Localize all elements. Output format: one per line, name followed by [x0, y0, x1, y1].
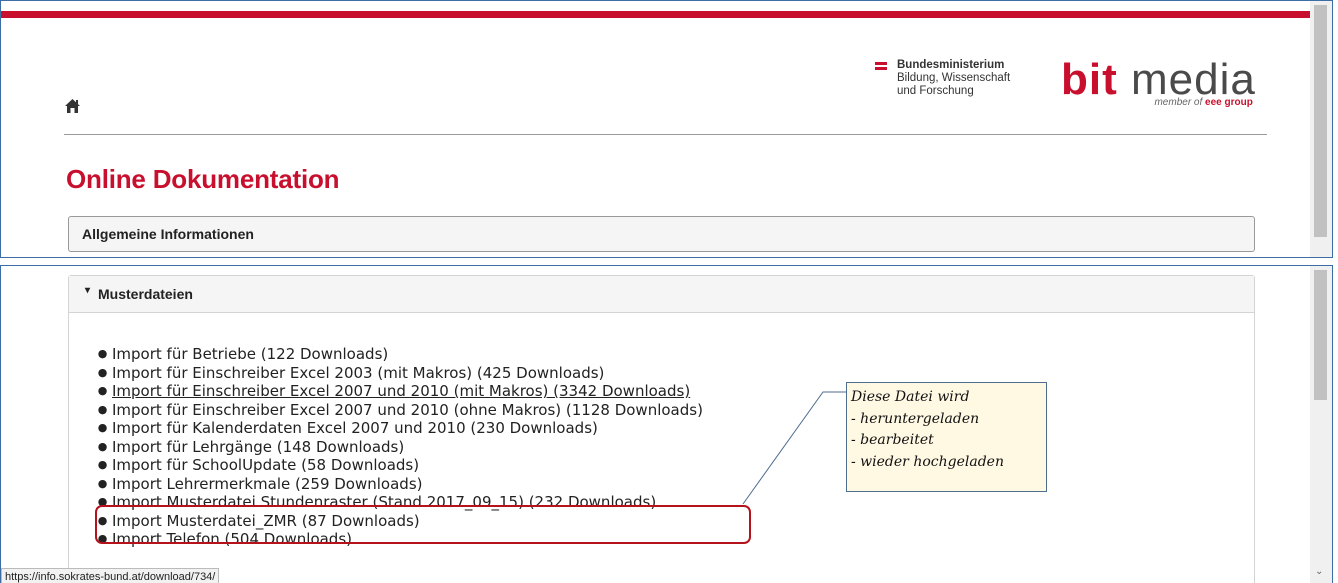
callout-line-1: Diese Datei wird [851, 389, 970, 405]
callout-line-3: - bearbeitet [851, 432, 934, 448]
callout-leader-line [742, 391, 846, 505]
scroll-down-arrow-icon[interactable]: ⌄ [1315, 566, 1323, 577]
accordion-general-info[interactable]: Allgemeine Informationen [68, 216, 1255, 252]
scrollbar-top[interactable] [1310, 1, 1332, 257]
brand-member-group: eee group [1205, 97, 1253, 108]
ministry-logo: Bundesministerium Bildung, Wissenschaft … [875, 59, 1010, 98]
brand-bit: bit [1061, 55, 1118, 104]
brand-member-prefix: member of [1154, 97, 1203, 108]
scrollbar-thumb-top[interactable] [1314, 5, 1327, 237]
austria-flag-icon [875, 62, 887, 98]
top-brand-bar [1, 11, 1311, 18]
browser-viewport-top: Bundesministerium Bildung, Wissenschaft … [0, 0, 1333, 258]
ministry-line-2: Bildung, Wissenschaft [897, 72, 1011, 84]
status-bar-url: https://info.sokrates-bund.at/download/7… [1, 568, 220, 583]
scrollbar-bottom[interactable]: ⌄ [1310, 266, 1332, 583]
ministry-line-1: Bundesministerium [897, 59, 1005, 71]
scrollbar-thumb-bottom[interactable] [1314, 270, 1327, 400]
home-icon[interactable] [64, 98, 81, 119]
callout-line-4: - wieder hochgeladen [851, 453, 1004, 470]
bitmedia-logo: bit media member of eee group [1061, 58, 1256, 109]
header-divider [64, 134, 1267, 135]
callout-note: Diese Datei wird - heruntergeladen - bea… [846, 382, 1047, 492]
callout-line-2: - heruntergeladen [851, 410, 980, 427]
page-title: Online Dokumentation [66, 164, 340, 194]
browser-viewport-bottom: ▾ Musterdateien ● Import für Betriebe (12… [0, 265, 1333, 583]
ministry-line-3: und Forschung [897, 85, 974, 97]
